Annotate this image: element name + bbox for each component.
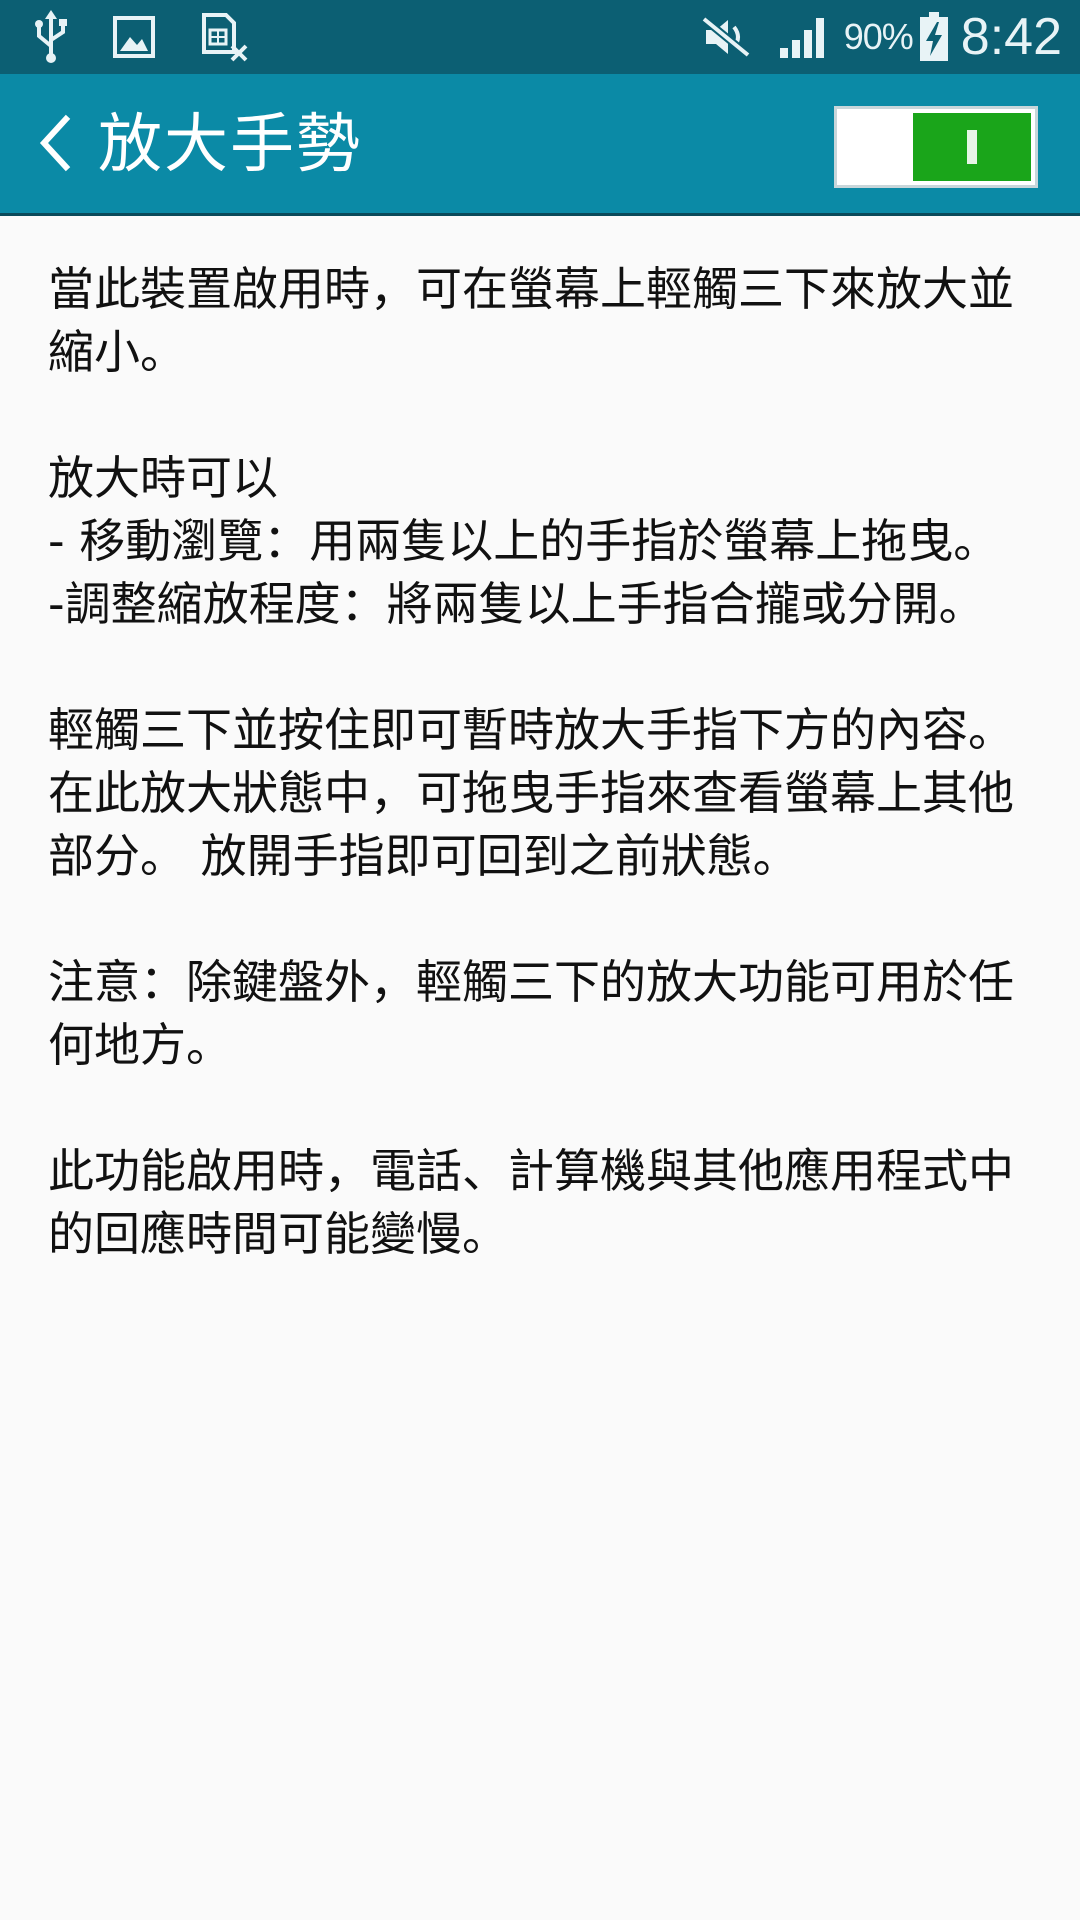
mute-icon bbox=[701, 15, 752, 59]
clock: 8:42 bbox=[960, 8, 1062, 66]
system-icons: 90% 8:42 bbox=[701, 0, 1062, 74]
master-switch[interactable] bbox=[834, 106, 1038, 188]
switch-thumb bbox=[913, 113, 1031, 181]
signal-icon bbox=[778, 14, 828, 60]
notification-icons bbox=[34, 10, 248, 64]
page-title: 放大手勢 bbox=[98, 108, 362, 182]
chevron-left-icon bbox=[34, 113, 74, 177]
description-paragraph: 注意：除鍵盤外，輕觸三下的放大功能可用於任何地方。 bbox=[48, 955, 1014, 1072]
description-content: 當此裝置啟用時，可在螢幕上輕觸三下來放大並縮小。 放大時可以 - 移動瀏覽：用兩… bbox=[48, 258, 1038, 1329]
description-paragraph: 此功能啟用時，電話、計算機與其他應用程式中的回應時間可能變慢。 bbox=[48, 1144, 1014, 1261]
description-paragraph: 輕觸三下並按住即可暫時放大手指下方的內容。 在此放大狀態中，可拖曳手指來查看螢幕… bbox=[48, 703, 1029, 883]
description-paragraph: 放大時可以 - 移動瀏覽：用兩隻以上的手指於螢幕上拖曳。 -調整縮放程度：將兩隻… bbox=[48, 451, 1000, 631]
back-button[interactable] bbox=[18, 102, 90, 188]
sim-card-off-icon bbox=[200, 12, 248, 62]
image-icon bbox=[112, 15, 156, 59]
battery-percent: 90% bbox=[843, 16, 914, 57]
battery-charging-icon bbox=[919, 12, 949, 62]
description-paragraph: 當此裝置啟用時，可在螢幕上輕觸三下來放大並縮小。 bbox=[48, 262, 1014, 379]
status-bar: 90% 8:42 bbox=[0, 0, 1080, 74]
app-bar: 放大手勢 bbox=[0, 74, 1080, 216]
usb-icon bbox=[34, 10, 68, 64]
